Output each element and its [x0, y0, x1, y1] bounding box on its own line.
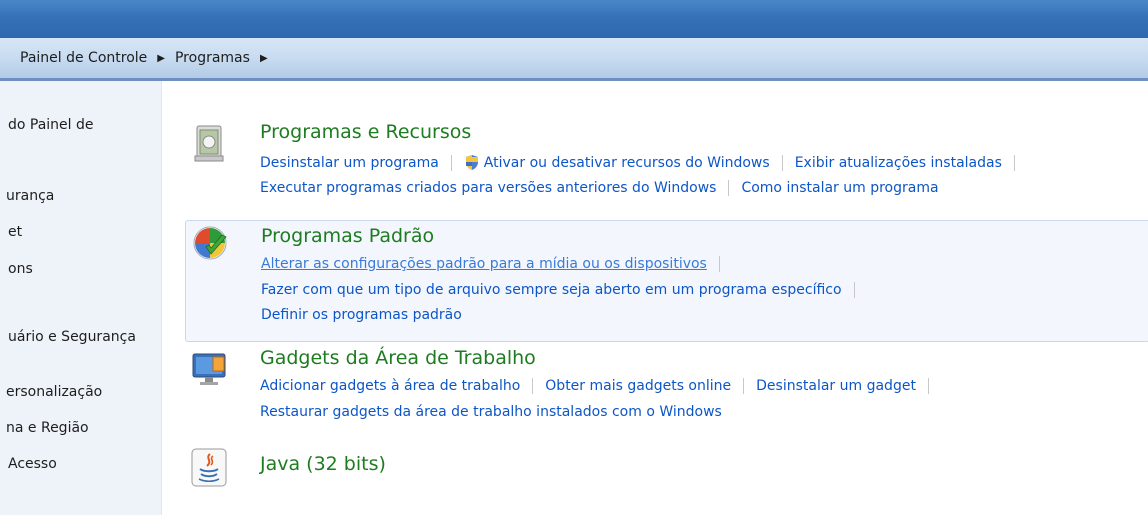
sidebar: do Painel de urança et ons uário e Segur… — [0, 81, 162, 515]
section-default-programs: Programas Padrão Alterar as configuraçõe… — [185, 220, 1148, 342]
set-default-programs-link[interactable]: Definir os programas padrão — [261, 307, 462, 323]
uac-shield-icon — [464, 154, 480, 171]
sidebar-item-user-accounts[interactable]: uário e Segurança — [8, 329, 136, 345]
default-programs-links-row-3: Definir os programas padrão — [261, 307, 462, 323]
sidebar-item-personalization[interactable]: ersonalização — [6, 384, 102, 400]
window-title-bar — [0, 0, 1148, 38]
file-association-link[interactable]: Fazer com que um tipo de arquivo sempre … — [261, 282, 842, 298]
programs-features-icon[interactable] — [191, 122, 227, 162]
default-programs-links-row-2: Fazer com que um tipo de arquivo sempre … — [261, 282, 867, 298]
restore-gadgets-link[interactable]: Restaurar gadgets da área de trabalho in… — [260, 404, 722, 420]
how-to-install-link[interactable]: Como instalar um programa — [741, 180, 938, 196]
sidebar-item-clock-region[interactable]: na e Região — [6, 420, 89, 436]
breadcrumb-arrow-icon[interactable]: ▶ — [260, 53, 268, 64]
address-bar[interactable]: Painel de Controle ▶ Programas ▶ — [0, 38, 1148, 81]
sidebar-item-security[interactable]: urança — [6, 188, 54, 204]
link-separator — [927, 378, 929, 394]
default-programs-icon[interactable] — [192, 225, 228, 261]
desktop-gadgets-icon[interactable] — [191, 351, 227, 387]
breadcrumb-arrow-icon[interactable]: ▶ — [157, 53, 165, 64]
desktop-gadgets-links-row-2: Restaurar gadgets da área de trabalho in… — [260, 404, 722, 420]
sidebar-item-control-panel-home[interactable]: do Painel de — [8, 117, 94, 133]
desktop-gadgets-title[interactable]: Gadgets da Área de Trabalho — [260, 347, 536, 369]
section-java: Java (32 bits) — [185, 448, 1145, 498]
link-separator — [1013, 154, 1015, 171]
breadcrumb-control-panel[interactable]: Painel de Controle — [20, 50, 147, 66]
programs-features-links-row-2: Executar programas criados para versões … — [260, 180, 939, 196]
sidebar-item-ease-of-access[interactable]: Acesso — [8, 456, 57, 472]
autoplay-defaults-link[interactable]: Alterar as configurações padrão para a m… — [261, 256, 707, 272]
breadcrumb: Painel de Controle ▶ Programas ▶ — [20, 50, 278, 66]
link-separator — [450, 154, 452, 171]
breadcrumb-programs[interactable]: Programas — [175, 50, 250, 66]
installed-updates-link[interactable]: Exibir atualizações instaladas — [795, 155, 1002, 171]
default-programs-links-row-1: Alterar as configurações padrão para a m… — [261, 256, 732, 272]
compatibility-link[interactable]: Executar programas criados para versões … — [260, 180, 716, 196]
link-separator — [743, 378, 745, 394]
add-gadgets-link[interactable]: Adicionar gadgets à área de trabalho — [260, 378, 520, 394]
uninstall-program-link[interactable]: Desinstalar um programa — [260, 155, 439, 171]
windows-features-link[interactable]: Ativar ou desativar recursos do Windows — [484, 155, 770, 171]
section-programs-features: Programas e Recursos Desinstalar um prog… — [185, 118, 1145, 210]
link-separator — [728, 180, 730, 196]
java-title[interactable]: Java (32 bits) — [260, 453, 386, 475]
link-separator — [853, 282, 855, 298]
get-more-gadgets-link[interactable]: Obter mais gadgets online — [545, 378, 731, 394]
section-desktop-gadgets: Gadgets da Área de Trabalho Adicionar ga… — [185, 346, 1145, 426]
programs-features-title[interactable]: Programas e Recursos — [260, 121, 471, 143]
java-icon[interactable] — [191, 448, 227, 487]
sidebar-item-internet[interactable]: et — [8, 224, 22, 240]
link-separator — [718, 256, 720, 272]
desktop-gadgets-links-row-1: Adicionar gadgets à área de trabalho Obt… — [260, 378, 941, 394]
sidebar-item-sounds[interactable]: ons — [8, 261, 33, 277]
default-programs-title[interactable]: Programas Padrão — [261, 225, 434, 247]
link-separator — [532, 378, 534, 394]
programs-features-links-row-1: Desinstalar um programa Ativar ou desati… — [260, 154, 1027, 171]
link-separator — [781, 154, 783, 171]
uninstall-gadget-link[interactable]: Desinstalar um gadget — [756, 378, 916, 394]
